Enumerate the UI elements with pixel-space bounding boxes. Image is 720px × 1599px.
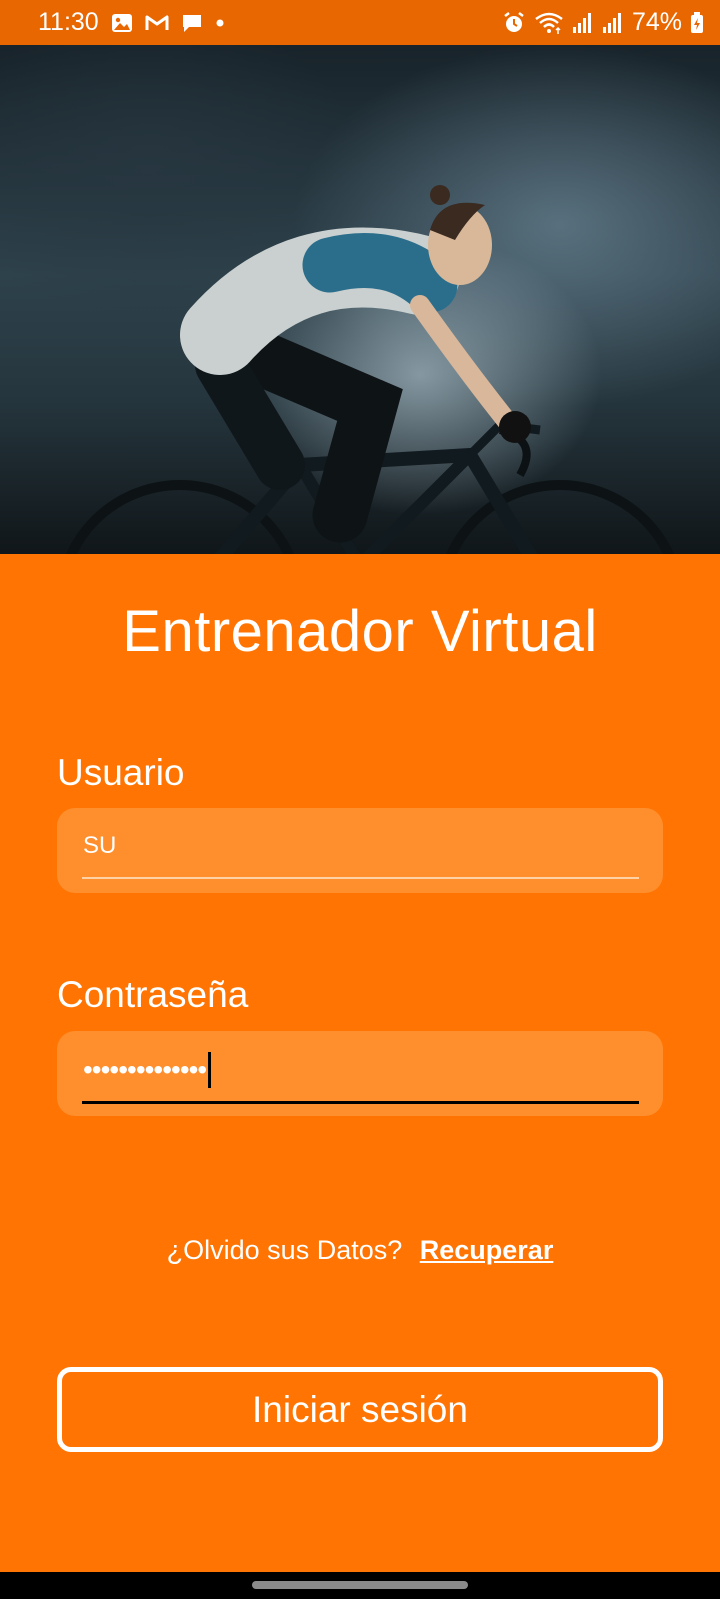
gallery-icon — [111, 13, 133, 33]
cyclist-illustration — [65, 185, 675, 554]
password-value: •••••••••••••• — [83, 1052, 212, 1088]
password-label: Contraseña — [57, 974, 249, 1015]
forgot-text: ¿Olvido sus Datos? — [166, 1235, 403, 1265]
status-right: 74% — [502, 8, 704, 37]
battery-percent: 74% — [631, 8, 682, 36]
app-title: Entrenador Virtual — [122, 599, 598, 664]
username-underline — [82, 877, 639, 879]
recover-link[interactable]: Recuperar — [420, 1235, 554, 1265]
status-left: 11:30 — [38, 8, 225, 37]
navigation-bar — [0, 1572, 720, 1599]
wifi-icon — [534, 11, 564, 35]
dot-icon — [215, 18, 225, 28]
signal-icon — [572, 12, 594, 34]
text-caret — [208, 1052, 212, 1088]
password-field[interactable]: •••••••••••••• — [57, 1031, 663, 1116]
alarm-icon — [502, 11, 526, 35]
forgot-row: ¿Olvido sus Datos? Recuperar — [0, 1235, 720, 1266]
username-label: Usuario — [57, 752, 185, 793]
username-value: SU — [83, 832, 117, 859]
password-masked: •••••••••••••• — [83, 1054, 207, 1085]
home-gesture-handle[interactable] — [252, 1581, 468, 1589]
battery-icon — [690, 11, 704, 34]
login-button[interactable]: Iniciar sesión — [57, 1367, 663, 1452]
password-underline — [82, 1101, 639, 1104]
message-icon — [181, 13, 203, 33]
signal-icon — [602, 12, 624, 34]
clock: 11:30 — [38, 8, 99, 36]
status-bar: 11:30 74% — [0, 0, 720, 45]
username-field[interactable]: SU — [57, 808, 663, 893]
hero-image — [0, 45, 720, 554]
gmail-icon — [145, 14, 169, 32]
